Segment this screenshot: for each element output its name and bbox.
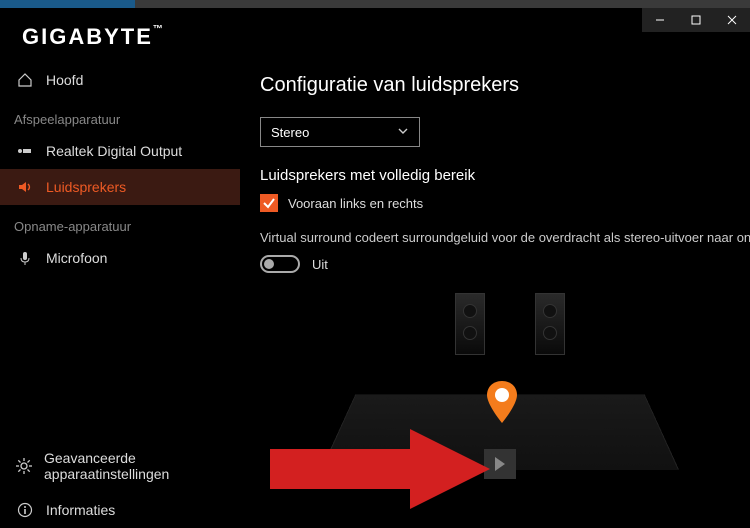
speaker-front-right[interactable]	[535, 293, 565, 355]
sidebar-section-playback: Afspeelapparatuur	[0, 98, 240, 133]
minimize-icon	[655, 15, 665, 25]
chevron-down-icon	[397, 125, 409, 140]
close-button[interactable]	[714, 8, 750, 32]
front-lr-checkbox[interactable]	[260, 194, 278, 212]
speaker-config-select[interactable]: Stereo	[260, 117, 420, 147]
brand-logo-text: GIGABYTE	[22, 24, 153, 49]
sidebar-info[interactable]: Informaties	[0, 492, 240, 528]
info-icon	[16, 502, 34, 518]
minimize-button[interactable]	[642, 8, 678, 32]
sidebar-item-label: Geavanceerde apparaatinstellingen	[44, 450, 224, 482]
play-test-button[interactable]	[484, 449, 516, 479]
toggle-knob	[264, 259, 274, 269]
virtual-surround-toggle[interactable]	[260, 255, 300, 273]
sidebar-item-label: Realtek Digital Output	[46, 143, 182, 159]
sidebar-item-label: Informaties	[46, 502, 115, 518]
home-icon	[16, 72, 34, 88]
sidebar-item-digital-output[interactable]: Realtek Digital Output	[0, 133, 240, 169]
toggle-state-label: Uit	[312, 257, 328, 272]
page-title: Configuratie van luidsprekers	[260, 74, 750, 97]
play-icon	[495, 457, 505, 471]
sidebar: Hoofd Afspeelapparatuur Realtek Digital …	[0, 62, 240, 528]
microphone-icon	[16, 250, 34, 266]
full-range-heading: Luidsprekers met volledig bereik	[260, 167, 750, 184]
checkbox-label: Vooraan links en rechts	[288, 196, 423, 211]
sidebar-advanced-settings[interactable]: Geavanceerde apparaatinstellingen	[0, 440, 240, 492]
check-icon	[262, 196, 276, 210]
digital-output-icon	[16, 146, 34, 156]
top-frame	[0, 0, 750, 8]
front-lr-row: Vooraan links en rechts	[260, 194, 750, 212]
sidebar-item-microphone[interactable]: Microfoon	[0, 240, 240, 276]
sidebar-item-label: Microfoon	[46, 250, 107, 266]
listener-pin-icon	[487, 381, 517, 423]
top-frame-accent	[0, 0, 135, 8]
maximize-button[interactable]	[678, 8, 714, 32]
sidebar-item-speakers[interactable]: Luidsprekers	[0, 169, 240, 205]
sidebar-item-label: Luidsprekers	[46, 179, 126, 195]
main-content: Configuratie van luidsprekers Stereo Lui…	[260, 74, 750, 503]
sidebar-item-label: Hoofd	[46, 72, 83, 88]
sidebar-home[interactable]: Hoofd	[0, 62, 240, 98]
speaker-layout-stage	[260, 293, 740, 503]
select-value: Stereo	[271, 125, 309, 140]
close-icon	[727, 15, 737, 25]
virtual-surround-toggle-row: Uit	[260, 255, 750, 273]
window-controls	[642, 8, 750, 32]
maximize-icon	[691, 15, 701, 25]
gear-icon	[16, 458, 32, 474]
virtual-surround-description: Virtual surround codeert surroundgeluid …	[260, 230, 750, 245]
sidebar-section-record: Opname-apparatuur	[0, 205, 240, 240]
speaker-icon	[16, 179, 34, 195]
speaker-front-left[interactable]	[455, 293, 485, 355]
brand-logo: GIGABYTE™	[22, 24, 165, 50]
